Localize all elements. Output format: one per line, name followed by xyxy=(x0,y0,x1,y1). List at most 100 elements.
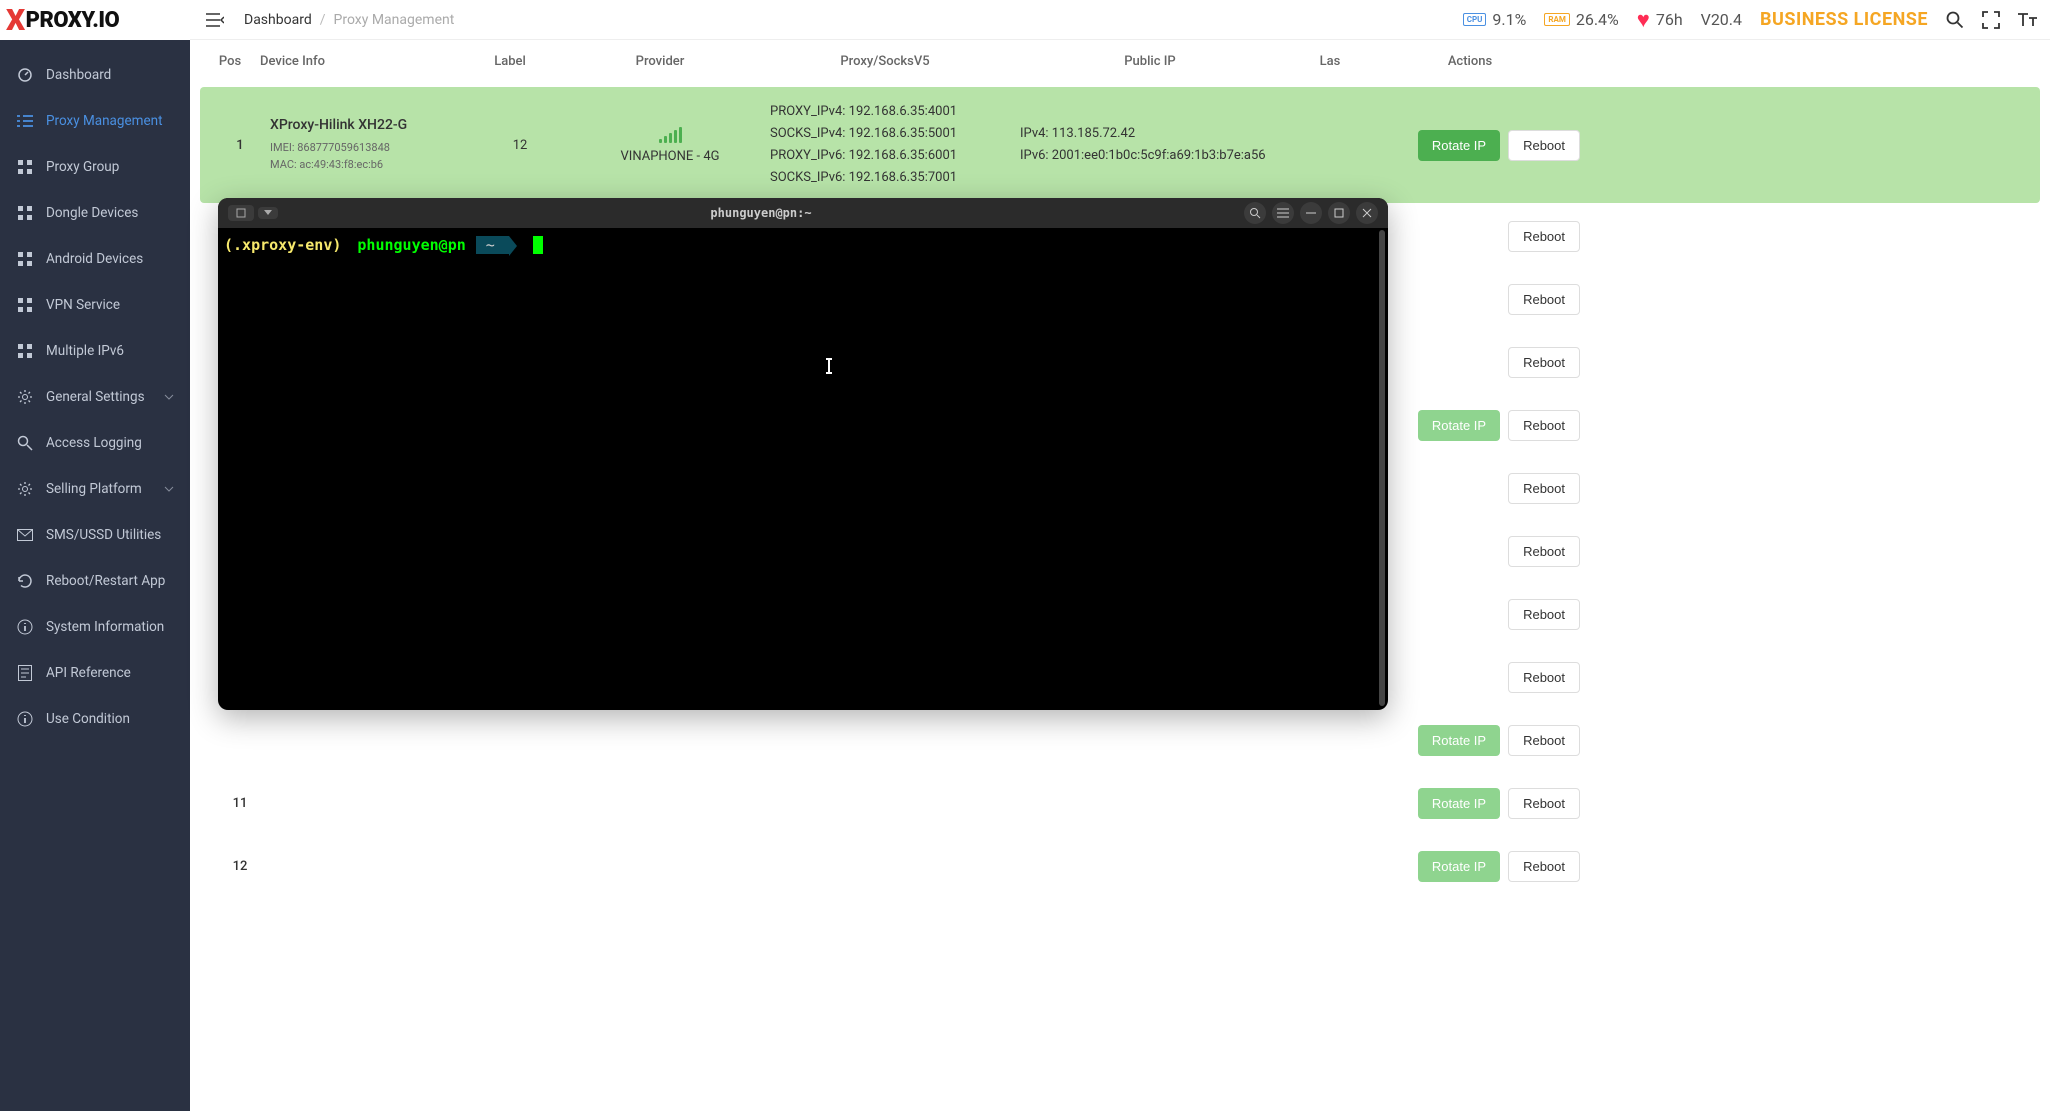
terminal-titlebar[interactable]: phunguyen@pn:~ xyxy=(218,198,1388,228)
terminal-env: (.xproxy-env) xyxy=(224,236,341,254)
reboot-button[interactable]: Reboot xyxy=(1508,284,1580,315)
sidebar-item-proxy-management[interactable]: Proxy Management xyxy=(0,98,190,144)
terminal-cursor xyxy=(533,236,543,254)
reboot-button[interactable]: Reboot xyxy=(1508,130,1580,161)
cell-actions: Reboot xyxy=(1380,347,1580,378)
gear-icon xyxy=(16,388,34,406)
terminal-close-icon[interactable] xyxy=(1356,202,1378,224)
sidebar: XPROXY.IO DashboardProxy Management Proxy… xyxy=(0,0,190,1111)
rotate-ip-button[interactable]: Rotate IP xyxy=(1418,725,1500,756)
grid-icon xyxy=(16,296,34,314)
sidebar-item-dashboard[interactable]: Dashboard xyxy=(0,52,190,98)
sidebar-item-proxy-group[interactable]: Proxy Group xyxy=(0,144,190,190)
cell-actions: Rotate IP Reboot xyxy=(1380,130,1580,161)
cell-pubip: IPv4: 113.185.72.42IPv6: 2001:ee0:1b0c:5… xyxy=(1020,123,1300,167)
reboot-button[interactable]: Reboot xyxy=(1508,851,1580,882)
th-pos: Pos xyxy=(200,54,260,69)
sidebar-item-dongle-devices[interactable]: Dongle Devices xyxy=(0,190,190,236)
ram-stat: RAM 26.4% xyxy=(1544,10,1618,29)
cell-actions: Rotate IP Reboot xyxy=(1380,410,1580,441)
sidebar-item-system-information[interactable]: System Information xyxy=(0,604,190,650)
terminal-maximize-icon[interactable] xyxy=(1328,202,1350,224)
uptime-stat: ♥ 76h xyxy=(1637,7,1683,33)
table-row: Rotate IP Reboot xyxy=(200,711,2040,770)
sidebar-item-general-settings[interactable]: General Settings xyxy=(0,374,190,420)
rotate-ip-button[interactable]: Rotate IP xyxy=(1418,410,1500,441)
reboot-button[interactable]: Reboot xyxy=(1508,221,1580,252)
terminal-tab-button[interactable] xyxy=(228,205,254,221)
logo: XPROXY.IO xyxy=(0,0,190,40)
sidebar-item-label: API Reference xyxy=(46,665,131,681)
breadcrumb-current: Proxy Management xyxy=(334,12,455,28)
th-device: Device Info xyxy=(260,54,460,69)
reboot-button[interactable]: Reboot xyxy=(1508,347,1580,378)
sidebar-item-api-reference[interactable]: API Reference xyxy=(0,650,190,696)
cpu-icon: CPU xyxy=(1463,13,1487,26)
cell-actions: Reboot xyxy=(1380,536,1580,567)
terminal-tab-dropdown[interactable] xyxy=(258,207,278,219)
dashboard-icon xyxy=(16,66,34,84)
th-actions: Actions xyxy=(1370,54,1570,69)
cell-pos: 11 xyxy=(210,796,270,811)
terminal-title: phunguyen@pn:~ xyxy=(278,206,1244,220)
info-icon xyxy=(16,710,34,728)
sidebar-item-label: System Information xyxy=(46,619,164,635)
cell-actions: Reboot xyxy=(1380,284,1580,315)
terminal-body[interactable]: (.xproxy-env) phunguyen@pn ~ xyxy=(218,228,1388,262)
nav-list: DashboardProxy Management Proxy Group Dong… xyxy=(0,40,190,742)
rotate-ip-button[interactable]: Rotate IP xyxy=(1418,851,1500,882)
breadcrumb: Dashboard / Proxy Management xyxy=(244,12,454,28)
sidebar-item-label: SMS/USSD Utilities xyxy=(46,527,161,543)
cell-actions: Rotate IP Reboot xyxy=(1380,788,1580,819)
breadcrumb-root[interactable]: Dashboard xyxy=(244,12,312,28)
reboot-button[interactable]: Reboot xyxy=(1508,410,1580,441)
fullscreen-icon[interactable] xyxy=(1982,11,2000,29)
cell-actions: Reboot xyxy=(1380,221,1580,252)
terminal-minimize-icon[interactable] xyxy=(1300,202,1322,224)
logo-x: X xyxy=(6,3,25,38)
terminal-scrollbar[interactable] xyxy=(1379,230,1385,706)
sidebar-item-reboot-restart-app[interactable]: Reboot/Restart App xyxy=(0,558,190,604)
uptime-value: 76h xyxy=(1656,10,1683,29)
ram-value: 26.4% xyxy=(1576,10,1619,29)
reboot-button[interactable]: Reboot xyxy=(1508,536,1580,567)
breadcrumb-sep: / xyxy=(320,12,326,28)
terminal-path: ~ xyxy=(476,236,509,254)
cell-device: XProxy-Hilink XH22-GIMEI: 86877705961384… xyxy=(270,117,470,174)
doc-icon xyxy=(16,664,34,682)
list-icon xyxy=(16,112,34,130)
reboot-button[interactable]: Reboot xyxy=(1508,725,1580,756)
sidebar-item-label: Use Condition xyxy=(46,711,130,727)
sidebar-item-access-logging[interactable]: Access Logging xyxy=(0,420,190,466)
search-icon[interactable] xyxy=(1946,11,1964,29)
reboot-button[interactable]: Reboot xyxy=(1508,599,1580,630)
sidebar-item-label: VPN Service xyxy=(46,297,120,313)
grid-icon xyxy=(16,158,34,176)
sidebar-item-use-condition[interactable]: Use Condition xyxy=(0,696,190,742)
sidebar-item-label: Proxy Group xyxy=(46,159,119,175)
reboot-button[interactable]: Reboot xyxy=(1508,788,1580,819)
rotate-ip-button[interactable]: Rotate IP xyxy=(1418,788,1500,819)
table-row: 1 XProxy-Hilink XH22-GIMEI: 868777059613… xyxy=(200,87,2040,203)
terminal-search-icon[interactable] xyxy=(1244,202,1266,224)
license-label: BUSINESS LICENSE xyxy=(1760,9,1928,30)
grid-icon xyxy=(16,250,34,268)
sidebar-item-multiple-ipv6[interactable]: Multiple IPv6 xyxy=(0,328,190,374)
menu-toggle-icon[interactable] xyxy=(202,9,228,31)
terminal-window[interactable]: phunguyen@pn:~ (.xproxy-env) phunguyen@p… xyxy=(218,198,1388,710)
reboot-button[interactable]: Reboot xyxy=(1508,662,1580,693)
rotate-ip-button[interactable]: Rotate IP xyxy=(1418,130,1500,161)
sidebar-item-vpn-service[interactable]: VPN Service xyxy=(0,282,190,328)
sidebar-item-android-devices[interactable]: Android Devices xyxy=(0,236,190,282)
ram-icon: RAM xyxy=(1544,13,1570,26)
grid-icon xyxy=(16,204,34,222)
version-label: V20.4 xyxy=(1701,10,1742,29)
sidebar-item-sms-ussd-utilities[interactable]: SMS/USSD Utilities xyxy=(0,512,190,558)
reboot-button[interactable]: Reboot xyxy=(1508,473,1580,504)
th-last: Las xyxy=(1290,54,1370,69)
gear-icon xyxy=(16,480,34,498)
terminal-menu-icon[interactable] xyxy=(1272,202,1294,224)
sidebar-item-selling-platform[interactable]: Selling Platform xyxy=(0,466,190,512)
text-size-icon[interactable] xyxy=(2018,12,2038,28)
sidebar-item-label: Multiple IPv6 xyxy=(46,343,124,359)
